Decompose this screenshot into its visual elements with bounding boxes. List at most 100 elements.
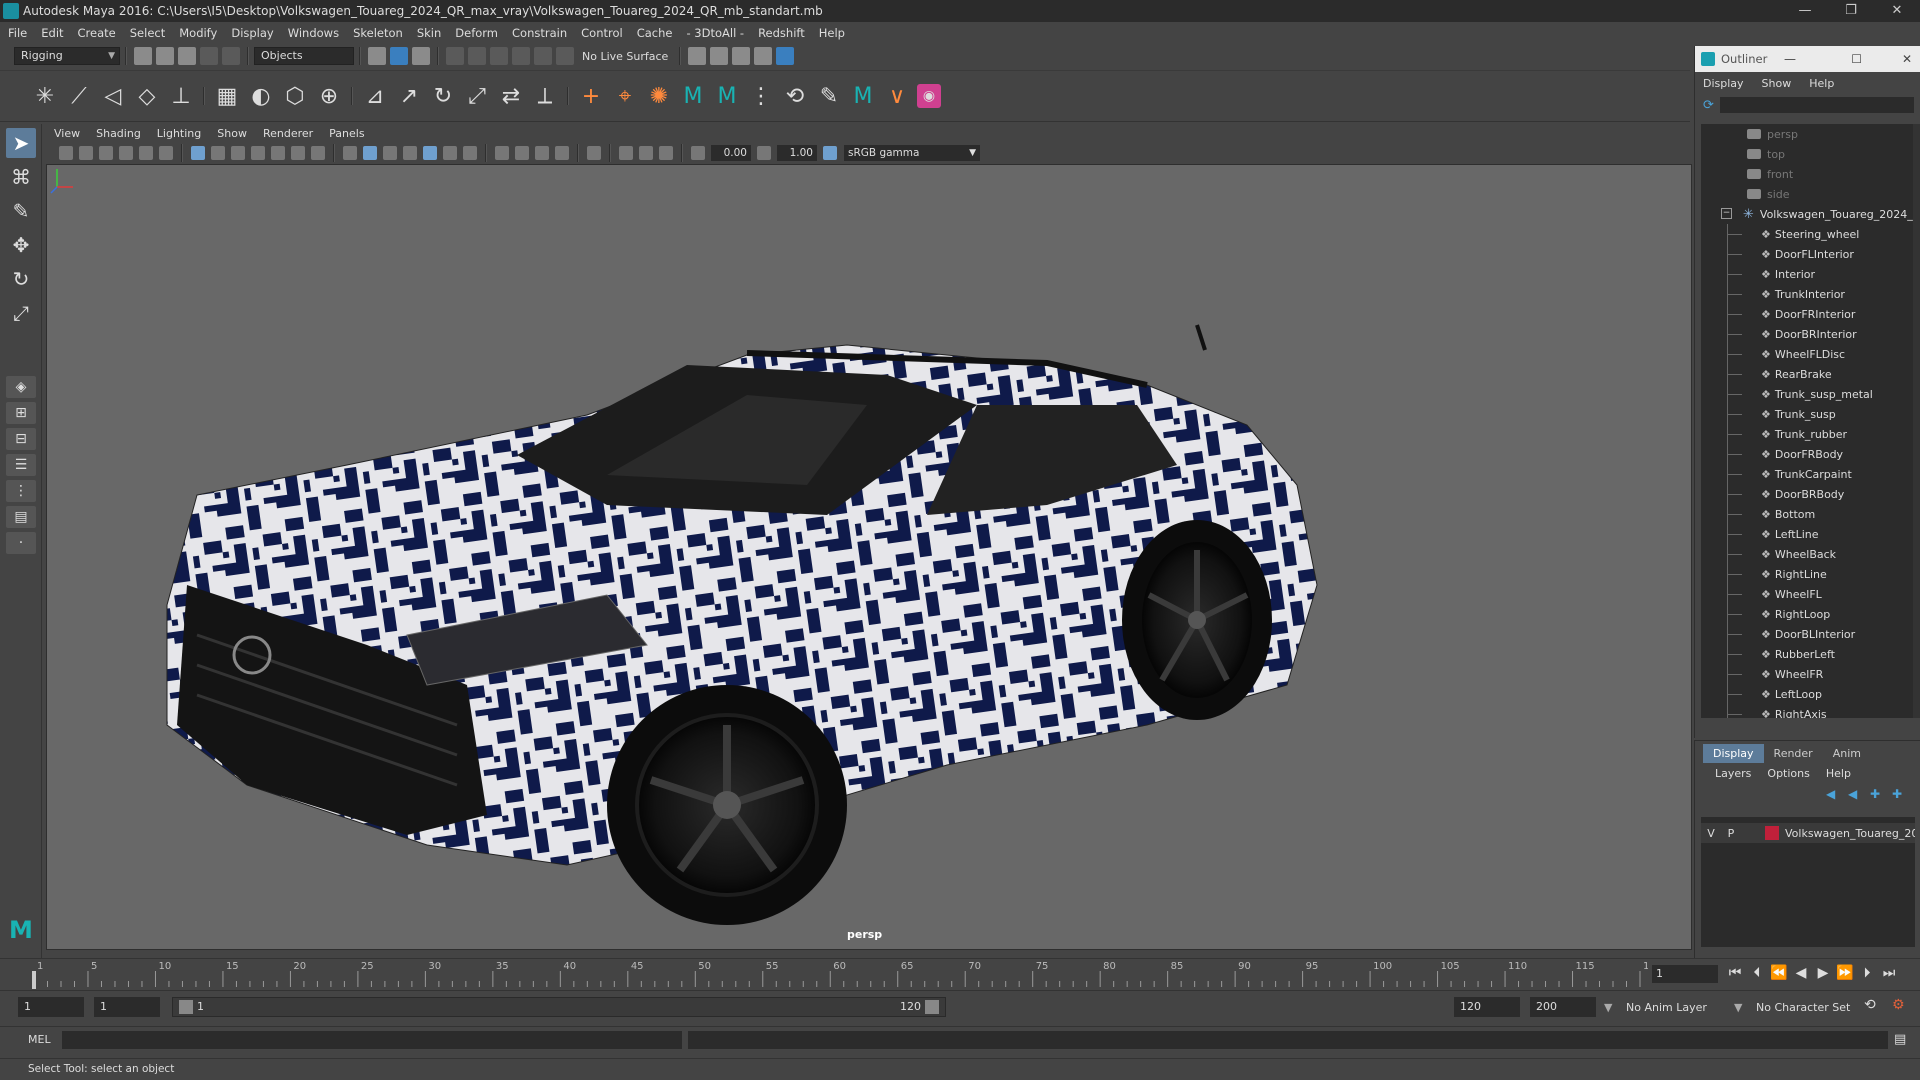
ik-spline-icon[interactable]: ◇ [133,82,161,110]
render-settings-icon[interactable] [754,47,773,65]
chevron-down-icon[interactable]: ▼ [1604,1001,1612,1014]
outliner-item[interactable]: ❖ WheelFL [1701,584,1913,604]
play-forwards-button[interactable]: ▶ [1812,963,1834,983]
single-pane-layout-icon[interactable]: ◈ [6,376,36,398]
outliner-item[interactable]: ❖ DoorFRBody [1701,444,1913,464]
safe-action-icon[interactable] [291,146,305,160]
menu-windows[interactable]: Windows [288,26,339,40]
range-bar[interactable]: 1 120 [172,997,946,1017]
outliner-camera-side[interactable]: side [1701,184,1913,204]
rotate-tool-icon[interactable]: ↻ [6,264,36,294]
outliner-minimize-button[interactable]: — [1784,46,1796,72]
step-forward-key-button[interactable]: ⏵ [1856,963,1878,983]
panel-menu-panels[interactable]: Panels [329,127,364,140]
outliner-camera-top[interactable]: top [1701,144,1913,164]
layer-tab-anim[interactable]: Anim [1823,744,1871,763]
safe-title-icon[interactable] [311,146,325,160]
outliner-item[interactable]: ❖ TrunkCarpaint [1701,464,1913,484]
outliner-item[interactable]: ❖ Trunk_susp [1701,404,1913,424]
panel-menu-renderer[interactable]: Renderer [263,127,313,140]
outliner-item[interactable]: ❖ Interior [1701,264,1913,284]
colorspace-dropdown[interactable]: sRGB gamma ▼ [844,145,980,161]
playback-start-field[interactable]: 1 [94,997,160,1017]
collapse-icon[interactable]: − [1721,208,1732,219]
orient-constraint-icon[interactable]: ↻ [429,82,457,110]
end-frame-field[interactable]: 200 [1530,997,1596,1017]
outliner-menu-help[interactable]: Help [1809,77,1834,90]
default-material-icon[interactable] [383,146,397,160]
move-tool-icon[interactable]: ✥ [6,230,36,260]
character-set-dropdown[interactable]: No Character Set [1756,1001,1850,1014]
panel-menu-show[interactable]: Show [217,127,247,140]
menu-display[interactable]: Display [231,26,273,40]
panel-menu-lighting[interactable]: Lighting [157,127,201,140]
go-to-end-button[interactable]: ⏭ [1878,963,1900,983]
panel-menu-shading[interactable]: Shading [96,127,141,140]
layer-playback-toggle[interactable]: P [1721,827,1741,840]
outliner-item[interactable]: ❖ Trunk_rubber [1701,424,1913,444]
menu-create[interactable]: Create [78,26,116,40]
outliner-camera-persp[interactable]: persp [1701,124,1913,144]
isolate-select-icon[interactable] [587,146,601,160]
point-constraint-icon[interactable]: ⊿ [361,82,389,110]
camera-attributes-icon[interactable] [79,146,93,160]
outliner-item[interactable]: ❖ DoorBLInterior [1701,624,1913,644]
lattice-icon[interactable]: ⬡ [281,82,309,110]
outliner-item[interactable]: ❖ DoorBRInterior [1701,324,1913,344]
layer-row[interactable]: V P Volkswagen_Touareg_2024_QR [1701,823,1915,843]
xray-icon[interactable] [619,146,633,160]
preferences-icon[interactable]: ⚙ [1892,997,1905,1013]
menu-control[interactable]: Control [581,26,623,40]
hypershade-layout-icon[interactable]: ▤ [6,506,36,528]
outliner-item[interactable]: ❖ Trunk_susp_metal [1701,384,1913,404]
timeline-bar[interactable]: 1 5 10 15 20 25 30 35 40 45 50 55 60 65 70 75 80 85 90 95 10… [28,959,1648,989]
go-to-start-button[interactable]: ⏮ [1724,963,1746,983]
xray-joints-icon[interactable] [659,146,673,160]
scale-constraint-icon[interactable]: ⤢ [463,82,491,110]
play-backwards-button[interactable]: ◀ [1790,963,1812,983]
layer-menu-help[interactable]: Help [1826,767,1851,780]
layer-menu-layers[interactable]: Layers [1715,767,1751,780]
script-editor-icon[interactable]: ▤ [1894,1032,1906,1047]
camera-select-icon[interactable] [59,146,73,160]
maya-m-icon[interactable]: M [849,82,877,110]
outliner-filter-input[interactable] [1719,97,1914,113]
outliner-group-item[interactable]: − ✳ Volkswagen_Touareg_2024_QR [1701,204,1913,224]
field-chart-icon[interactable] [271,146,285,160]
insert-joint-icon[interactable]: ⟋ [65,82,93,110]
layer-visibility-toggle[interactable]: V [1701,827,1721,840]
outliner-item[interactable]: ❖ RightLine [1701,564,1913,584]
menu-edit[interactable]: Edit [41,26,63,40]
move-layer-down-icon[interactable]: ◀ [1848,787,1864,801]
outliner-item[interactable]: ❖ TrunkInterior [1701,284,1913,304]
range-start-handle[interactable] [179,1000,193,1014]
cluster-icon[interactable]: ⊕ [315,82,343,110]
joint-tool-icon[interactable]: ✳ [31,82,59,110]
anim-layer-dropdown[interactable]: No Anim Layer [1626,1001,1707,1014]
render-frame-icon[interactable] [710,47,729,65]
color-management-icon[interactable] [823,146,837,160]
parent-constraint-icon[interactable]: ⇄ [497,82,525,110]
gate-mask-icon[interactable] [251,146,265,160]
smooth-shade-icon[interactable] [363,146,377,160]
grid-toggle-icon[interactable] [191,146,205,160]
layer-tab-display[interactable]: Display [1703,744,1764,763]
selection-mode-dropdown[interactable]: Objects [254,47,354,65]
render-view-icon[interactable] [688,47,707,65]
outliner-vertical-scrollbar[interactable] [1913,124,1920,718]
layer-color-swatch[interactable] [1765,826,1779,840]
outliner-item[interactable]: ❖ Bottom [1701,504,1913,524]
character-set-icon[interactable]: ◉ [917,84,941,108]
outliner-item[interactable]: ❖ RubberLeft [1701,644,1913,664]
outliner-item[interactable]: ❖ DoorFLInterior [1701,244,1913,264]
menu-select[interactable]: Select [130,26,165,40]
motion-blur-icon[interactable] [515,146,529,160]
outliner-item[interactable]: ❖ LeftLine [1701,524,1913,544]
undo-icon[interactable] [200,47,218,65]
outliner-item[interactable]: ❖ RearBrake [1701,364,1913,384]
lights-icon[interactable] [443,146,457,160]
outliner-item[interactable]: ❖ DoorBRBody [1701,484,1913,504]
paint-select-icon[interactable]: ✎ [6,196,36,226]
ik-handle-icon[interactable]: ◁ [99,82,127,110]
select-by-component-icon[interactable] [412,47,430,65]
